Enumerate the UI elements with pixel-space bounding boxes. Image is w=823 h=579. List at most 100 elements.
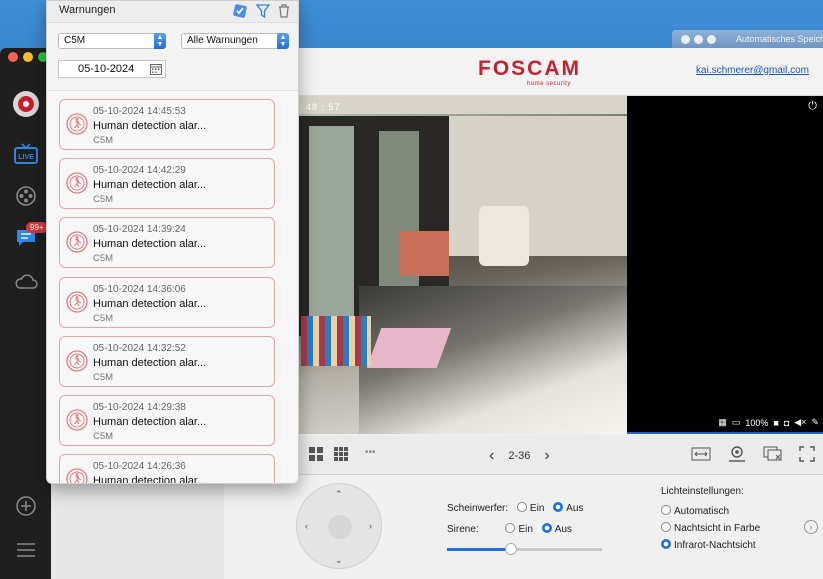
sidebar: LIVE 99+ — [0, 48, 51, 579]
alert-card[interactable]: 05-10-2024 14:39:24 Human detection alar… — [59, 217, 275, 269]
human-detection-icon — [66, 290, 88, 313]
page-range: 2-36 — [508, 450, 531, 462]
ptz-joystick[interactable]: ⌃ ⌄ ‹ › — [296, 483, 382, 569]
camera-icon[interactable] — [12, 90, 40, 118]
light-option-infrared[interactable]: Infrarot-Nachtsicht — [661, 539, 756, 551]
spotlight-setting: Scheinwerfer: Ein Aus — [447, 502, 583, 514]
tilt-up-icon[interactable]: ⌃ — [335, 489, 343, 500]
battery-level: 100% — [745, 417, 769, 428]
date-field[interactable]: 05-10-2024 — [58, 60, 166, 78]
alert-message: Human detection alar... — [93, 179, 207, 192]
alert-message: Human detection alar... — [93, 120, 207, 132]
previous-page-icon[interactable]: ‹ — [489, 447, 494, 465]
grid-4-icon[interactable] — [309, 447, 323, 461]
live-video-view[interactable]: : 48 : 57 ⏻ ▦ ▭ 100% ■ ◘ ◀× ✎ — [299, 96, 823, 434]
siren-on-label: Ein — [518, 524, 533, 535]
alert-camera: C5M — [93, 371, 114, 383]
more-layouts-button[interactable]: ••• — [365, 447, 376, 458]
spotlight-on-radio[interactable]: Ein — [516, 502, 544, 514]
alert-count-badge: 99+ — [26, 222, 48, 233]
light-option-infrared-label: Infrarot-Nachtsicht — [674, 540, 756, 551]
light-option-automatic[interactable]: Automatisch — [661, 505, 729, 517]
speaker-mute-icon[interactable]: ◀× — [794, 417, 806, 428]
light-option-color-night-label: Nachtsicht in Farbe — [674, 523, 761, 534]
alert-message: Human detection alar... — [93, 297, 207, 310]
alerts-toolbar — [232, 3, 290, 19]
volume-slider-knob[interactable] — [504, 543, 517, 555]
siren-off-radio[interactable]: Aus — [541, 523, 572, 535]
human-detection-icon — [66, 231, 88, 254]
camera-select[interactable]: C5M ▲ ▼ — [58, 33, 166, 49]
alerts-list: 05-10-2024 14:45:53 Human detection alar… — [47, 92, 298, 484]
fullscreen-icon[interactable] — [799, 446, 815, 462]
tilt-down-icon[interactable]: ⌄ — [335, 555, 343, 566]
microphone-mute-icon[interactable]: ✎ — [811, 417, 819, 428]
video-status-bar: ▦ ▭ 100% ■ ◘ ◀× ✎ — [718, 417, 819, 428]
svg-text:LIVE: LIVE — [18, 154, 34, 161]
user-email-link[interactable]: kai.schmerer@gmail.com — [696, 65, 809, 76]
filter-icon[interactable] — [256, 4, 270, 18]
background-window[interactable]: Automatisches Speich — [672, 30, 823, 48]
siren-off-label: Aus — [554, 524, 572, 535]
alert-message: Human detection alar... — [93, 238, 207, 251]
alert-time: 05-10-2024 14:32:52 — [93, 342, 186, 354]
alert-camera: C5M — [93, 194, 114, 206]
alert-card[interactable]: 05-10-2024 14:29:38 Human detection alar… — [59, 395, 275, 446]
snapshot-icon[interactable]: ◘ — [784, 418, 789, 428]
next-page-icon[interactable]: › — [544, 447, 549, 465]
minimize-window-button[interactable] — [23, 52, 33, 62]
alert-card[interactable]: 05-10-2024 14:42:29 Human detection alar… — [59, 158, 275, 210]
alerts-header: Warnungen — [47, 1, 298, 23]
device-list-area — [51, 483, 224, 579]
select-all-icon[interactable] — [232, 3, 248, 19]
alert-camera: C5M — [93, 431, 114, 442]
power-icon[interactable]: ⏻ — [808, 100, 817, 113]
calendar-icon[interactable] — [150, 63, 162, 75]
alert-type-select-value: Alle Warnungen — [187, 35, 258, 46]
trash-icon[interactable] — [278, 4, 290, 18]
siren-label-text: Sirene: — [447, 524, 479, 535]
record-icon[interactable]: ■ — [773, 418, 778, 428]
alert-card[interactable]: 05-10-2024 14:45:53 Human detection alar… — [59, 99, 275, 150]
chevron-up-down-icon: ▲ ▼ — [277, 33, 289, 49]
stretch-icon[interactable] — [691, 447, 711, 461]
playback-reel-icon[interactable] — [12, 182, 40, 210]
foscam-logo: FOSCAM — [478, 57, 581, 80]
human-detection-icon — [66, 350, 88, 372]
alerts-popover: Warnungen C5M ▲ ▼ Alle Warnungen ▲ ▼ 05-10… — [46, 0, 299, 484]
alert-time: 05-10-2024 14:29:38 — [93, 402, 186, 413]
settings-next-icon[interactable]: › — [804, 520, 818, 534]
alert-card[interactable]: 05-10-2024 14:32:52 Human detection alar… — [59, 335, 275, 387]
multi-window-close-icon[interactable] — [763, 446, 783, 462]
add-device-icon[interactable] — [12, 492, 40, 520]
light-option-color-night[interactable]: Nachtsicht in Farbe — [661, 522, 760, 534]
pan-left-icon[interactable]: ‹ — [305, 521, 308, 531]
background-window-controls — [681, 35, 716, 44]
live-icon[interactable]: LIVE — [12, 140, 40, 168]
cloud-icon[interactable] — [12, 268, 40, 296]
alert-card[interactable]: 05-10-2024 14:26:36 Human detection alar… — [59, 454, 275, 484]
close-window-button[interactable] — [8, 52, 18, 62]
video-timecode: : 48 : 57 — [299, 102, 341, 112]
alert-camera: C5M — [93, 253, 114, 265]
alert-time: 05-10-2024 14:39:24 — [93, 224, 186, 236]
alert-time: 05-10-2024 14:26:36 — [93, 461, 186, 473]
menu-icon[interactable] — [12, 536, 40, 564]
volume-slider[interactable] — [447, 543, 602, 555]
battery-icon: ▭ — [731, 417, 741, 427]
alert-card[interactable]: 05-10-2024 14:36:06 Human detection alar… — [59, 276, 275, 328]
spotlight-off-radio[interactable]: Aus — [553, 502, 583, 514]
window-controls — [8, 52, 48, 62]
grid-9-icon[interactable] — [334, 447, 348, 461]
alert-time: 05-10-2024 14:45:53 — [93, 106, 186, 117]
light-settings-label: Lichteinstellungen: — [661, 486, 744, 497]
ptz-center-button[interactable] — [328, 515, 352, 539]
ptz-camera-icon[interactable] — [727, 445, 747, 463]
alert-message: Human detection alar... — [93, 416, 207, 428]
alert-type-select[interactable]: Alle Warnungen ▲ ▼ — [181, 33, 289, 49]
siren-on-radio[interactable]: Ein — [505, 523, 533, 535]
human-detection-icon — [66, 172, 88, 194]
background-window-title: Automatisches Speich — [736, 34, 823, 44]
pan-right-icon[interactable]: › — [369, 521, 372, 531]
alert-message: Human detection alar... — [93, 475, 207, 484]
